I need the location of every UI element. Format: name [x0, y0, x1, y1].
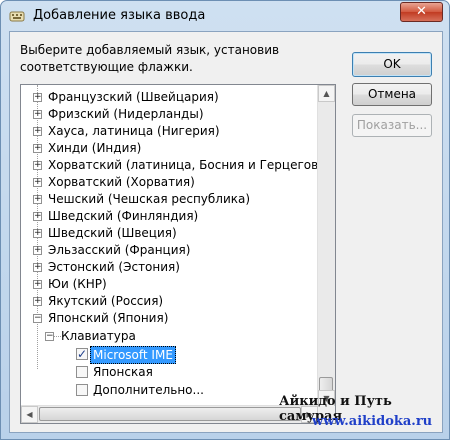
- checkbox[interactable]: [76, 384, 88, 396]
- tree-item-language[interactable]: + Эльзасский (Франция): [21, 242, 318, 258]
- keyboard-icon: [9, 11, 25, 22]
- scroll-thumb-horizontal[interactable]: [39, 407, 301, 421]
- expand-icon[interactable]: +: [33, 212, 42, 221]
- expand-icon[interactable]: +: [33, 229, 42, 238]
- add-input-language-dialog: Добавление языка ввода ✕ Выберите добавл…: [0, 0, 450, 440]
- instruction-text: Выберите добавляемый язык, установив соо…: [20, 43, 280, 74]
- keyboard-label: Японская: [93, 365, 153, 379]
- tree-item-language[interactable]: + Шведский (Финляндия): [21, 208, 318, 224]
- keyboard-label: Дополнительно...: [93, 383, 204, 397]
- tree-item-language[interactable]: + Хинди (Индия): [21, 140, 318, 156]
- language-tree[interactable]: + Французский (Швейцария) + Фризский (Ни…: [20, 84, 336, 424]
- tree-item-keyboard[interactable]: ✓ Microsoft IME: [21, 346, 318, 364]
- vertical-scrollbar[interactable]: ▲ ▼: [317, 85, 335, 407]
- tree-item-keyboard[interactable]: Дополнительно...: [21, 382, 318, 398]
- expand-icon[interactable]: +: [33, 178, 42, 187]
- expand-icon[interactable]: +: [33, 93, 42, 102]
- tree-item-language[interactable]: + Хорватский (латиница, Босния и Герцего…: [21, 157, 335, 173]
- tree-item-language-expanded[interactable]: − Японский (Япония): [21, 310, 318, 326]
- expand-icon[interactable]: +: [33, 297, 42, 306]
- expand-icon[interactable]: +: [33, 161, 42, 170]
- expand-icon[interactable]: +: [33, 263, 42, 272]
- tree-item-language[interactable]: + Юи (КНР): [21, 276, 318, 292]
- horizontal-scrollbar[interactable]: ◀ ▶: [21, 405, 318, 423]
- expand-icon[interactable]: +: [33, 144, 42, 153]
- expand-icon[interactable]: +: [33, 195, 42, 204]
- expand-icon[interactable]: +: [33, 280, 42, 289]
- tree-item-language[interactable]: + Хорватский (Хорватия): [21, 174, 318, 190]
- tree-item-language[interactable]: + Хауса, латиница (Нигерия): [21, 123, 318, 139]
- tree-item-keyboard-group[interactable]: − Клавиатура: [21, 328, 318, 344]
- tree-item-language[interactable]: + Эстонский (Эстония): [21, 259, 318, 275]
- tree-item-language[interactable]: + Якутский (Россия): [21, 293, 318, 309]
- checkbox[interactable]: [76, 366, 88, 378]
- scroll-up-arrow-icon[interactable]: ▲: [318, 85, 335, 102]
- window-title: Добавление языка ввода: [33, 8, 206, 23]
- show-button[interactable]: Показать...: [352, 114, 432, 137]
- cancel-button[interactable]: Отмена: [352, 83, 432, 106]
- scroll-left-arrow-icon[interactable]: ◀: [21, 406, 38, 423]
- collapse-icon[interactable]: −: [45, 332, 54, 341]
- title-bar[interactable]: Добавление языка ввода ✕: [1, 1, 449, 31]
- tree-item-language[interactable]: + Французский (Швейцария): [21, 89, 318, 105]
- watermark-url: www.aikidoka.ru: [312, 414, 433, 429]
- tree-item-keyboard[interactable]: Японская: [21, 364, 318, 380]
- ok-button[interactable]: OK: [352, 52, 432, 77]
- expand-icon[interactable]: +: [33, 127, 42, 136]
- expand-icon[interactable]: +: [33, 110, 42, 119]
- checkbox-checked[interactable]: ✓: [76, 348, 88, 360]
- dialog-body: Выберите добавляемый язык, установив соо…: [9, 31, 443, 433]
- tree-item-language[interactable]: + Чешский (Чешская республика): [21, 191, 318, 207]
- keyboard-label: Microsoft IME: [90, 346, 176, 364]
- tree-item-language[interactable]: + Фризский (Нидерланды): [21, 106, 318, 122]
- collapse-icon[interactable]: −: [33, 314, 42, 323]
- tree-item-language[interactable]: + Шведский (Швеция): [21, 225, 318, 241]
- expand-icon[interactable]: +: [33, 246, 42, 255]
- close-button[interactable]: ✕: [400, 2, 443, 22]
